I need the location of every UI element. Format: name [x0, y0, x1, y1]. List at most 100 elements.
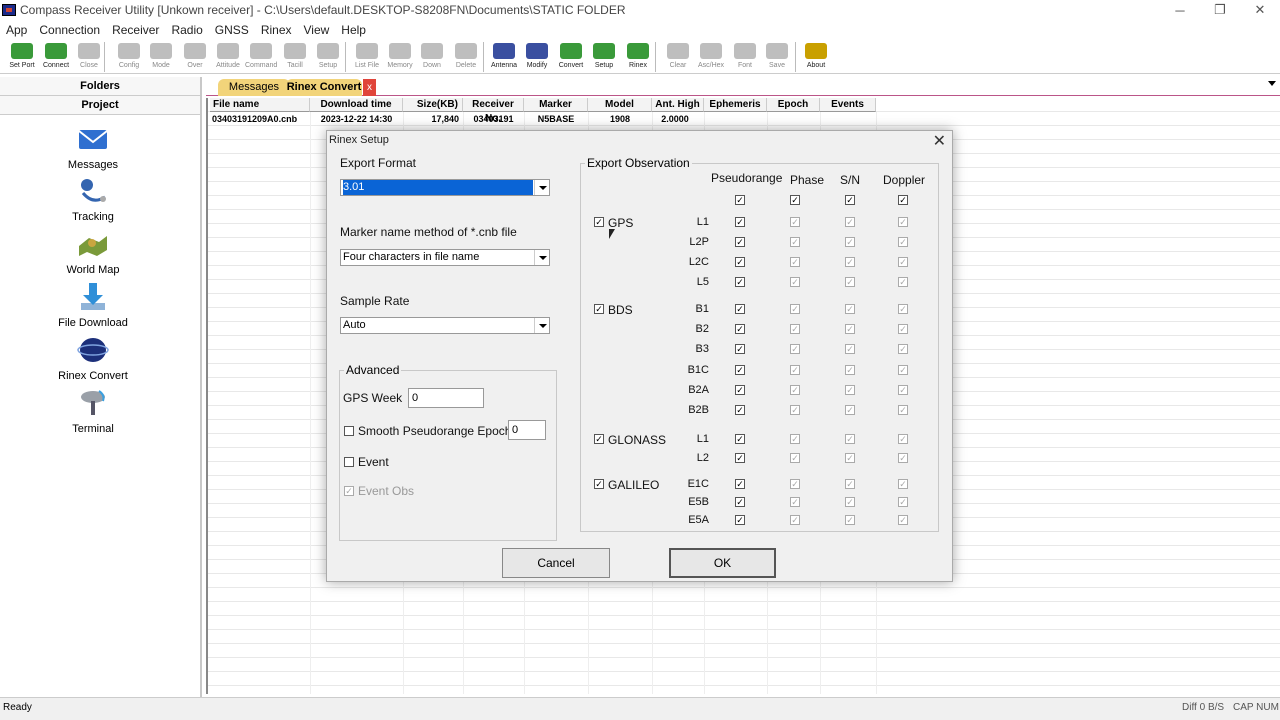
- signal-checkbox[interactable]: [735, 365, 745, 375]
- signal-checkbox[interactable]: [845, 217, 855, 227]
- signal-checkbox[interactable]: [898, 434, 908, 444]
- column-header[interactable]: Receiver No.: [463, 98, 524, 124]
- close-window-icon[interactable]: ✕: [1240, 0, 1280, 20]
- signal-checkbox[interactable]: [735, 515, 745, 525]
- toolbar-button-23[interactable]: About: [800, 42, 832, 72]
- event-checkbox[interactable]: [344, 457, 354, 467]
- signal-checkbox[interactable]: [845, 365, 855, 375]
- system-checkbox-glonass[interactable]: [594, 434, 604, 444]
- menu-connection[interactable]: Connection: [33, 23, 106, 37]
- folders-header[interactable]: Folders: [0, 77, 200, 96]
- toolbar-button-1[interactable]: Connect: [40, 42, 72, 72]
- signal-checkbox[interactable]: [790, 344, 800, 354]
- column-header[interactable]: Download time: [310, 98, 403, 112]
- column-header[interactable]: Model: [588, 98, 652, 112]
- signal-checkbox[interactable]: [790, 434, 800, 444]
- menu-view[interactable]: View: [298, 23, 336, 37]
- marker-method-select[interactable]: Four characters in file name: [340, 249, 550, 266]
- toolbar-button-15[interactable]: Modify: [521, 42, 553, 72]
- signal-checkbox[interactable]: [898, 497, 908, 507]
- cancel-button[interactable]: Cancel: [502, 548, 610, 578]
- column-header[interactable]: Size(KB): [403, 98, 463, 112]
- signal-checkbox[interactable]: [898, 257, 908, 267]
- nav-world-map[interactable]: World Map: [0, 228, 186, 276]
- signal-checkbox[interactable]: [845, 497, 855, 507]
- signal-checkbox[interactable]: [898, 217, 908, 227]
- signal-checkbox[interactable]: [790, 479, 800, 489]
- signal-checkbox[interactable]: [735, 304, 745, 314]
- signal-checkbox[interactable]: [898, 237, 908, 247]
- signal-checkbox[interactable]: [790, 217, 800, 227]
- signal-checkbox[interactable]: [898, 515, 908, 525]
- signal-checkbox[interactable]: [790, 304, 800, 314]
- nav-rinex-convert[interactable]: Rinex Convert: [0, 334, 186, 382]
- signal-checkbox[interactable]: [735, 385, 745, 395]
- toolbar-button-17[interactable]: Setup: [588, 42, 620, 72]
- signal-checkbox[interactable]: [845, 434, 855, 444]
- toolbar-button-21[interactable]: Font: [729, 42, 761, 72]
- signal-checkbox[interactable]: [845, 453, 855, 463]
- menu-gnss[interactable]: GNSS: [209, 23, 255, 37]
- signal-checkbox[interactable]: [845, 344, 855, 354]
- signal-checkbox[interactable]: [735, 405, 745, 415]
- toolbar-button-2[interactable]: Close: [73, 42, 105, 72]
- signal-checkbox[interactable]: [845, 237, 855, 247]
- select-all-column-checkbox[interactable]: [735, 195, 745, 205]
- signal-checkbox[interactable]: [845, 277, 855, 287]
- table-cell[interactable]: 2023-12-22 14:30: [310, 113, 403, 126]
- toolbar-button-3[interactable]: Config: [113, 42, 145, 72]
- smooth-epoch-input[interactable]: 0: [508, 420, 546, 440]
- minimize-icon[interactable]: ─: [1160, 0, 1200, 20]
- table-cell[interactable]: 03403191: [463, 113, 524, 126]
- signal-checkbox[interactable]: [735, 217, 745, 227]
- ok-button[interactable]: OK: [669, 548, 776, 578]
- project-header[interactable]: Project: [0, 96, 200, 115]
- tab-rinex-convert[interactable]: Rinex Convert: [286, 79, 362, 96]
- toolbar-button-14[interactable]: Antenna: [488, 42, 520, 72]
- signal-checkbox[interactable]: [735, 277, 745, 287]
- signal-checkbox[interactable]: [790, 515, 800, 525]
- nav-file-download[interactable]: File Download: [0, 281, 186, 329]
- table-cell[interactable]: 03403191209A0.cnb: [210, 113, 310, 126]
- signal-checkbox[interactable]: [898, 324, 908, 334]
- dialog-close-icon[interactable]: ✕: [933, 131, 946, 151]
- signal-checkbox[interactable]: [790, 237, 800, 247]
- toolbar-button-4[interactable]: Mode: [145, 42, 177, 72]
- signal-checkbox[interactable]: [790, 324, 800, 334]
- toolbar-button-0[interactable]: Set Port: [6, 42, 38, 72]
- signal-checkbox[interactable]: [845, 479, 855, 489]
- signal-checkbox[interactable]: [790, 277, 800, 287]
- column-header[interactable]: Marker: [524, 98, 588, 112]
- menu-help[interactable]: Help: [335, 23, 372, 37]
- signal-checkbox[interactable]: [898, 385, 908, 395]
- toolbar-button-7[interactable]: Command: [245, 42, 277, 72]
- toolbar-button-19[interactable]: Clear: [662, 42, 694, 72]
- restore-icon[interactable]: ❐: [1200, 0, 1240, 20]
- table-cell[interactable]: [704, 113, 767, 126]
- system-checkbox-galileo[interactable]: [594, 479, 604, 489]
- export-format-select[interactable]: 3.01: [340, 179, 550, 196]
- select-all-column-checkbox[interactable]: [898, 195, 908, 205]
- signal-checkbox[interactable]: [898, 479, 908, 489]
- signal-checkbox[interactable]: [845, 385, 855, 395]
- toolbar-button-22[interactable]: Save: [761, 42, 793, 72]
- signal-checkbox[interactable]: [790, 453, 800, 463]
- column-header[interactable]: File name: [210, 98, 310, 112]
- nav-messages[interactable]: Messages: [0, 123, 186, 171]
- table-cell[interactable]: 1908: [588, 113, 652, 126]
- signal-checkbox[interactable]: [735, 257, 745, 267]
- system-checkbox-gps[interactable]: [594, 217, 604, 227]
- signal-checkbox[interactable]: [735, 237, 745, 247]
- signal-checkbox[interactable]: [790, 385, 800, 395]
- signal-checkbox[interactable]: [898, 405, 908, 415]
- signal-checkbox[interactable]: [735, 453, 745, 463]
- table-cell[interactable]: 17,840: [403, 113, 463, 126]
- signal-checkbox[interactable]: [845, 304, 855, 314]
- event-obs-checkbox[interactable]: [344, 486, 354, 496]
- sample-rate-select[interactable]: Auto: [340, 317, 550, 334]
- smooth-pseudorange-checkbox[interactable]: [344, 426, 354, 436]
- toolbar-button-12[interactable]: Down: [416, 42, 448, 72]
- table-cell[interactable]: N5BASE: [524, 113, 588, 126]
- column-header[interactable]: Events: [820, 98, 876, 112]
- toolbar-button-6[interactable]: Attitude: [212, 42, 244, 72]
